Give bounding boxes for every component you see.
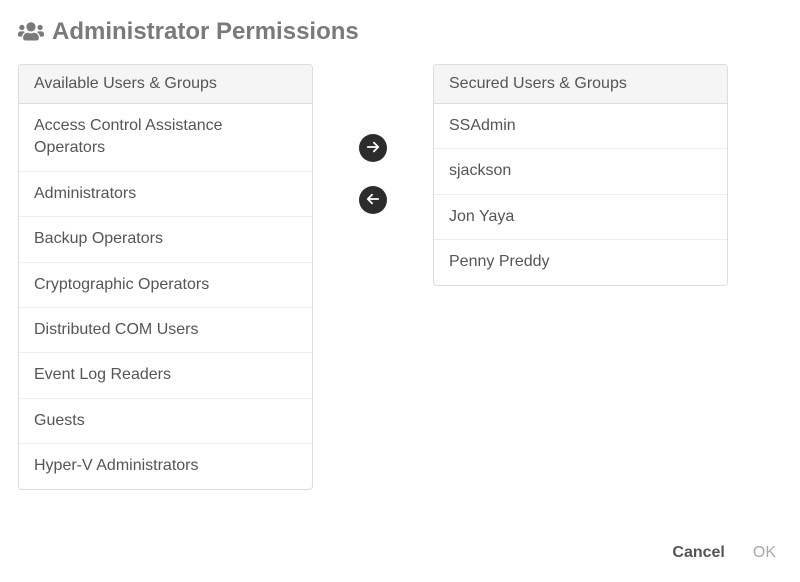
list-item[interactable]: Access Control Assistance Operators (19, 104, 312, 172)
ok-button[interactable]: OK (753, 544, 776, 562)
move-right-button[interactable] (359, 134, 387, 162)
list-item[interactable]: sjackson (434, 149, 727, 194)
secured-panel: Secured Users & Groups SSAdmin sjackson … (433, 64, 728, 286)
move-left-button[interactable] (359, 186, 387, 214)
list-item[interactable]: Administrators (19, 172, 312, 217)
available-heading: Available Users & Groups (19, 65, 312, 104)
secured-heading: Secured Users & Groups (434, 65, 727, 104)
list-item[interactable]: Cryptographic Operators (19, 263, 312, 308)
page-title: Administrator Permissions (52, 18, 359, 46)
list-item[interactable]: Backup Operators (19, 217, 312, 262)
page-header: Administrator Permissions (18, 18, 782, 46)
available-panel: Available Users & Groups Access Control … (18, 64, 313, 490)
available-list[interactable]: Access Control Assistance Operators Admi… (19, 104, 312, 489)
list-item[interactable]: Penny Preddy (434, 240, 727, 284)
transfer-arrows (313, 64, 433, 214)
list-item[interactable]: Guests (19, 399, 312, 444)
list-item[interactable]: Distributed COM Users (19, 308, 312, 353)
secured-list[interactable]: SSAdmin sjackson Jon Yaya Penny Preddy (434, 104, 727, 285)
users-icon (18, 21, 44, 43)
arrow-right-icon (366, 140, 380, 157)
list-item[interactable]: Hyper-V Administrators (19, 444, 312, 488)
cancel-button[interactable]: Cancel (672, 544, 724, 562)
list-item[interactable]: Event Log Readers (19, 353, 312, 398)
list-item[interactable]: SSAdmin (434, 104, 727, 149)
dialog-footer: Cancel OK (672, 544, 776, 562)
arrow-left-icon (366, 192, 380, 209)
list-item[interactable]: Jon Yaya (434, 195, 727, 240)
